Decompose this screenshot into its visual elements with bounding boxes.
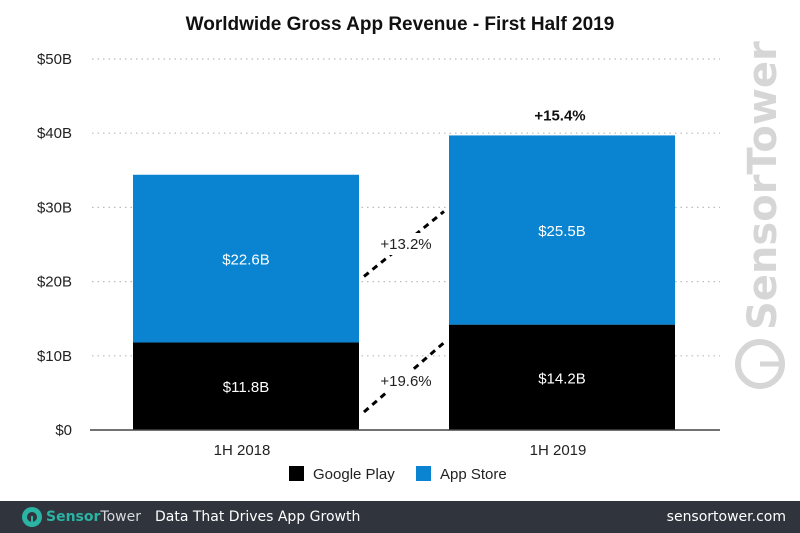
y-tick-label: $20B: [37, 274, 72, 291]
revenue-chart: Worldwide Gross App Revenue - First Half…: [37, 14, 786, 483]
sensortower-logo-icon: [22, 507, 42, 527]
tagline: Data That Drives App Growth: [154, 509, 361, 525]
logo-sensor-text: Sensor: [46, 509, 101, 525]
bar-value-label: $11.8B: [223, 379, 269, 396]
legend-swatch-google-play: [289, 466, 304, 481]
y-tick-label: $50B: [37, 51, 72, 68]
x-axis-categories: 1H 2018 1H 2019: [214, 442, 587, 459]
legend-label: Google Play: [313, 466, 395, 483]
y-axis-ticks: $0 $10B $20B $30B $40B $50B: [37, 51, 72, 439]
y-tick-label: $0: [55, 422, 72, 439]
app-store-growth-label: +13.2%: [380, 236, 431, 253]
bar-value-label: $25.5B: [538, 223, 586, 240]
legend-label: App Store: [440, 466, 507, 483]
watermark-text: SensorTower: [740, 41, 786, 330]
bar-value-label: $22.6B: [222, 252, 270, 269]
legend-swatch-app-store: [416, 466, 431, 481]
chart-title: Worldwide Gross App Revenue - First Half…: [186, 14, 615, 35]
legend: Google Play App Store: [289, 466, 507, 483]
total-growth-label: +15.4%: [534, 107, 585, 124]
sensortower-logo[interactable]: Sensor Tower: [22, 507, 141, 527]
footer-bar: Sensor Tower Data That Drives App Growth …: [0, 501, 800, 533]
bar-value-label: $14.2B: [538, 370, 586, 387]
y-tick-label: $30B: [37, 199, 72, 216]
y-tick-label: $10B: [37, 348, 72, 365]
x-category-label: 1H 2018: [214, 442, 271, 459]
x-category-label: 1H 2019: [530, 442, 587, 459]
google-play-growth-label: +19.6%: [380, 373, 431, 390]
logo-tower-text: Tower: [100, 509, 141, 525]
y-tick-label: $40B: [37, 125, 72, 142]
site-link[interactable]: sensortower.com: [667, 509, 786, 525]
sensortower-watermark: SensorTower: [735, 41, 786, 389]
